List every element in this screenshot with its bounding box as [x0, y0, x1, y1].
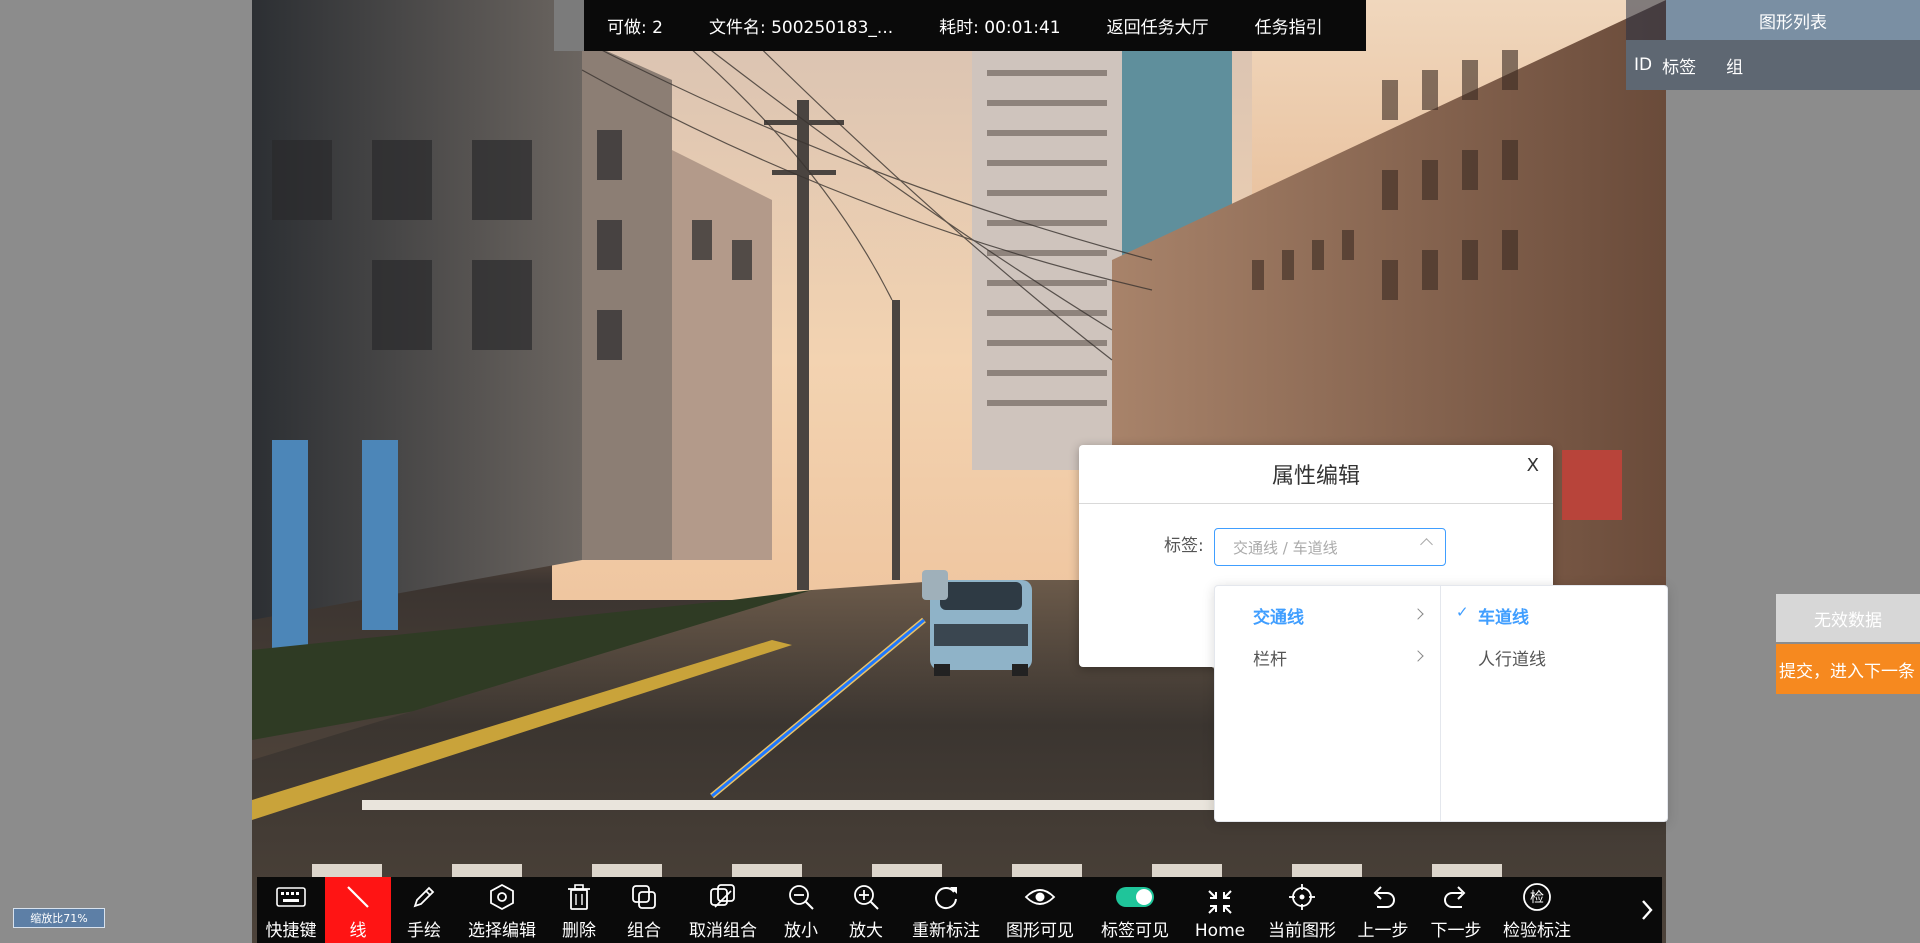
keyboard-icon: [276, 880, 306, 914]
label-cascader-select[interactable]: 交通线 / 车道线: [1214, 528, 1446, 566]
line-icon: [345, 880, 371, 914]
chevron-up-icon: [1420, 538, 1433, 551]
tool-label: 重新标注: [912, 921, 980, 941]
tool-label: 当前图形: [1268, 921, 1336, 941]
tool-label: 取消组合: [689, 921, 757, 941]
column-label: 标签: [1662, 57, 1697, 78]
invalid-data-button[interactable]: 无效数据: [1776, 594, 1920, 642]
tool-label: 快捷键: [265, 921, 317, 941]
tool-labels-visible[interactable]: 标签可见: [1087, 877, 1183, 943]
tool-zoom-in[interactable]: 放大: [833, 877, 899, 943]
dialog-title: 属性编辑: [1079, 445, 1553, 504]
close-button[interactable]: X: [1527, 455, 1539, 476]
option-label: 人行道线: [1478, 649, 1546, 670]
tool-label: 图形可见: [1006, 921, 1074, 941]
tool-label: 删除: [562, 921, 596, 941]
tool-label: 标签可见: [1101, 921, 1169, 941]
cascader-option-lane-line[interactable]: ✓ 车道线: [1441, 594, 1666, 636]
zoom-out-icon: [787, 880, 815, 914]
tool-label: 放小: [784, 921, 818, 941]
tool-current-shape[interactable]: 当前图形: [1257, 877, 1347, 943]
tool-delete[interactable]: 删除: [547, 877, 611, 943]
annotation-toolbar: 快捷键 线 手绘 选择编辑 删除 组合 取消组合 放小 放大 重新标注 图形可见…: [257, 877, 1662, 943]
crosshair-icon: [1288, 880, 1316, 914]
chevron-right-icon: [1412, 650, 1424, 662]
chevron-right-icon: [1412, 608, 1424, 620]
option-label: 栏杆: [1253, 649, 1287, 670]
tool-label: 线: [349, 921, 367, 941]
svg-text:检: 检: [1530, 890, 1544, 906]
cascader-level-1: 交通线 栏杆: [1215, 586, 1440, 821]
toolbar-scroll-right-button[interactable]: [1632, 877, 1662, 943]
check-stamp-icon: 检: [1522, 880, 1552, 914]
back-to-task-hall-link[interactable]: 返回任务大厅: [1084, 13, 1232, 38]
tool-label: 下一步: [1430, 921, 1482, 941]
top-info-bar: 可做: 2 文件名: 500250183_... 耗时: 00:01:41 返回…: [584, 0, 1366, 51]
file-name: 文件名: 500250183_...: [708, 18, 894, 38]
option-label: 车道线: [1478, 607, 1529, 628]
tool-line[interactable]: 线: [325, 877, 391, 943]
toggle-icon: [1115, 880, 1155, 914]
ungroup-icon: [709, 880, 737, 914]
shape-list-title: 图形列表: [1666, 0, 1920, 40]
tool-label: 检验标注: [1503, 921, 1571, 941]
zoom-ratio-badge: 缩放比71%: [13, 908, 105, 928]
remaining-count: 可做: 2: [607, 18, 663, 38]
tool-undo[interactable]: 上一步: [1347, 877, 1419, 943]
tool-select-edit[interactable]: 选择编辑: [457, 877, 547, 943]
tool-redo[interactable]: 下一步: [1419, 877, 1493, 943]
undo-icon: [1369, 880, 1397, 914]
group-icon: [631, 880, 657, 914]
trash-icon: [567, 880, 591, 914]
submit-next-button[interactable]: 提交，进入下一条: [1776, 644, 1920, 694]
tool-inspect-annotations[interactable]: 检 检验标注: [1493, 877, 1581, 943]
compress-icon: [1206, 885, 1234, 919]
elapsed-time: 耗时: 00:01:41: [939, 18, 1061, 38]
tool-shortcuts[interactable]: 快捷键: [257, 877, 325, 943]
hexagon-icon: [489, 880, 515, 914]
label-field-label: 标签:: [1164, 536, 1204, 556]
tool-label: Home: [1194, 921, 1246, 941]
cascader-level-2: ✓ 车道线 人行道线: [1440, 586, 1666, 821]
cascader-option-railing[interactable]: 栏杆: [1215, 636, 1440, 678]
top-bar-spacer: [554, 0, 584, 51]
tool-home[interactable]: Home: [1183, 877, 1257, 943]
tool-shapes-visible[interactable]: 图形可见: [993, 877, 1087, 943]
cascader-option-traffic-line[interactable]: 交通线: [1215, 594, 1440, 636]
tool-re-annotate[interactable]: 重新标注: [899, 877, 993, 943]
tool-label: 上一步: [1357, 921, 1409, 941]
select-placeholder: 交通线 / 车道线: [1233, 538, 1338, 557]
option-label: 交通线: [1253, 607, 1304, 628]
eye-icon: [1024, 880, 1056, 914]
zoom-in-icon: [852, 880, 880, 914]
tool-ungroup[interactable]: 取消组合: [677, 877, 769, 943]
cascader-option-crosswalk-line[interactable]: 人行道线: [1441, 636, 1666, 678]
tool-label: 手绘: [407, 921, 441, 941]
redo-icon: [1442, 880, 1470, 914]
column-group: 组: [1726, 57, 1744, 78]
column-id: ID: [1634, 55, 1653, 75]
tool-freehand[interactable]: 手绘: [391, 877, 457, 943]
chevron-right-icon: [1642, 900, 1653, 920]
pencil-icon: [411, 880, 437, 914]
tool-label: 放大: [849, 921, 883, 941]
tool-group[interactable]: 组合: [611, 877, 677, 943]
check-icon: ✓: [1456, 603, 1469, 621]
redo-circle-icon: [932, 880, 960, 914]
tool-label: 组合: [627, 921, 661, 941]
shape-list-columns: ID 标签 组: [1626, 40, 1920, 90]
tool-zoom-out[interactable]: 放小: [769, 877, 833, 943]
tool-label: 选择编辑: [468, 921, 536, 941]
label-cascader-menu: 交通线 栏杆 ✓ 车道线 人行道线: [1214, 585, 1668, 822]
task-guide-link[interactable]: 任务指引: [1232, 13, 1346, 38]
